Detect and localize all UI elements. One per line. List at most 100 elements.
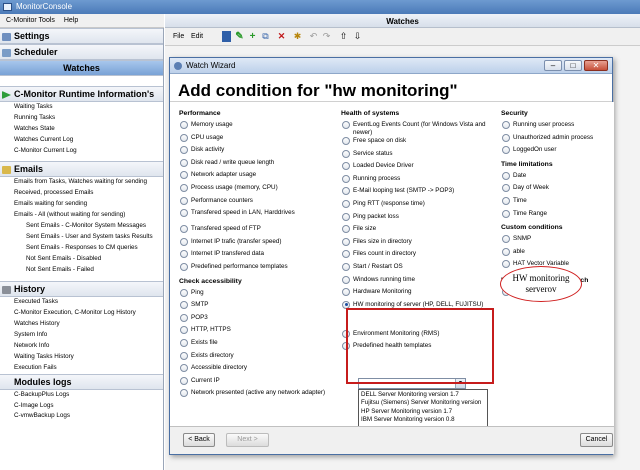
option-ping-rtt-response-time[interactable]: Ping RTT (response time)	[341, 199, 501, 213]
option-free-space-on-disk[interactable]: Free space on disk	[341, 137, 501, 150]
radio-button[interactable]	[342, 174, 350, 183]
radio-button[interactable]	[342, 342, 350, 351]
nav-item-not-sent-emails-disabled[interactable]: Not Sent Emails - Disabled	[0, 254, 163, 265]
move-up-icon[interactable]: ⇧	[339, 31, 348, 42]
nav-item-system-info[interactable]: System Info	[0, 330, 163, 341]
delete-icon[interactable]: ✕	[277, 31, 286, 42]
radio-button[interactable]	[502, 196, 510, 205]
radio-button[interactable]	[342, 137, 350, 145]
nav-item-sent-emails-c-monitor-system-messages[interactable]: Sent Emails - C-Monitor System Messages	[0, 221, 163, 232]
menu-help[interactable]: Help	[64, 17, 78, 24]
settings-icon[interactable]: ✱	[293, 31, 302, 42]
radio-button[interactable]	[342, 121, 350, 129]
radio-button[interactable]	[180, 326, 188, 335]
option-transfered-speed-of-ftp[interactable]: Transfered speed of FTP	[179, 225, 337, 238]
option-loggedon-user[interactable]: LoggedOn user	[501, 146, 611, 159]
maximize-icon[interactable]: □	[564, 60, 582, 71]
radio-button[interactable]	[180, 288, 188, 297]
option-exists-file[interactable]: Exists file	[179, 338, 337, 352]
nav-item-sent-emails-responses-to-cm-queries[interactable]: Sent Emails - Responses to CM queries	[0, 243, 163, 254]
copy-icon[interactable]: ⧉	[261, 31, 270, 42]
radio-button[interactable]	[502, 121, 510, 129]
option-predefined-performance-templates[interactable]: Predefined performance templates	[179, 262, 337, 276]
nav-item-running-tasks[interactable]: Running Tasks	[0, 113, 163, 124]
option-ping-packet-loss[interactable]: Ping packet loss	[341, 212, 501, 226]
radio-button[interactable]	[342, 225, 350, 234]
option-network-adapter-usage[interactable]: Network adapter usage	[179, 171, 337, 184]
edit-menu[interactable]: Edit	[191, 31, 203, 42]
nav-item-not-sent-emails-failed[interactable]: Not Sent Emails - Failed	[0, 265, 163, 276]
option-files-size-in-directory[interactable]: Files size in directory	[341, 237, 501, 251]
server-option[interactable]: Fujitsu (Siemens) Server Monitoring vers…	[361, 399, 485, 407]
save-icon[interactable]	[222, 31, 231, 42]
option-service-status[interactable]: Service status	[341, 149, 501, 163]
nav-item-emails-from-tasks-watches-waiting-for-se[interactable]: Emails from Tasks, Watches waiting for s…	[0, 177, 163, 188]
nav-item-c-image-logs[interactable]: C-Image Logs	[0, 401, 163, 412]
radio-button[interactable]	[342, 237, 350, 246]
edit-icon[interactable]: ✎	[235, 31, 244, 42]
add-icon[interactable]: +	[248, 31, 257, 42]
radio-button[interactable]	[180, 351, 188, 360]
option-day-of-week[interactable]: Day of Week	[501, 184, 611, 197]
radio-button[interactable]	[342, 250, 350, 259]
option-memory-usage[interactable]: Memory usage	[179, 121, 337, 134]
nav-item-execution-fails[interactable]: Execution Fails	[0, 363, 163, 374]
option-transfered-speed-in-lan-harddrives[interactable]: Transfered speed in LAN, Harddrives	[179, 209, 337, 225]
radio-button[interactable]	[180, 171, 188, 180]
radio-button[interactable]	[180, 338, 188, 347]
minimize-icon[interactable]: –	[544, 60, 562, 71]
radio-button[interactable]	[180, 237, 188, 246]
radio-button[interactable]	[180, 225, 188, 234]
close-icon[interactable]: ✕	[584, 60, 608, 71]
nav-item-watches-current-log[interactable]: Watches Current Log	[0, 135, 163, 146]
nav-history[interactable]: History	[0, 281, 163, 298]
option-environment-monitoring-rms[interactable]: Environment Monitoring (RMS)	[341, 329, 501, 343]
radio-button[interactable]	[180, 183, 188, 192]
back-button[interactable]: < Back	[183, 433, 215, 447]
radio-button[interactable]	[342, 262, 350, 271]
nav-item-sent-emails-user-and-system-tasks-result[interactable]: Sent Emails - User and System tasks Resu…	[0, 232, 163, 243]
option-able[interactable]: able	[501, 247, 611, 261]
nav-item-emails-all-without-waiting-for-sending[interactable]: Emails - All (without waiting for sendin…	[0, 210, 163, 221]
radio-button[interactable]	[180, 301, 188, 310]
option-disk-read-write-queue-length[interactable]: Disk read / write queue length	[179, 158, 337, 172]
redo-icon[interactable]: ↷	[322, 31, 331, 42]
option-internet-ip-transfered-data[interactable]: Internet IP transfered data	[179, 250, 337, 263]
option-running-user-process[interactable]: Running user process	[501, 121, 611, 134]
file-menu[interactable]: File	[173, 31, 184, 42]
nav-item-waiting-tasks-history[interactable]: Waiting Tasks History	[0, 352, 163, 363]
option-cpu-usage[interactable]: CPU usage	[179, 133, 337, 147]
radio-button[interactable]	[502, 260, 510, 269]
undo-icon[interactable]: ↶	[309, 31, 318, 42]
option-hardware-monitoring[interactable]: Hardware Monitoring	[341, 288, 501, 301]
radio-button[interactable]	[342, 187, 350, 196]
nav-item-c-monitor-current-log[interactable]: C-Monitor Current Log	[0, 146, 163, 157]
option-internet-ip-trafic-transfer-speed[interactable]: Internet IP trafic (transfer speed)	[179, 237, 337, 251]
radio-button[interactable]	[342, 275, 350, 284]
option-process-usage-memory-cpu[interactable]: Process usage (memory, CPU)	[179, 183, 337, 197]
radio-button[interactable]	[342, 329, 350, 338]
radio-button[interactable]	[502, 146, 510, 155]
nav-item-watches-history[interactable]: Watches History	[0, 319, 163, 330]
option-files-count-in-directory[interactable]: Files count in directory	[341, 250, 501, 263]
option-performance-counters[interactable]: Performance counters	[179, 196, 337, 210]
radio-button[interactable]	[342, 162, 350, 171]
radio-button[interactable]	[180, 313, 188, 322]
server-option[interactable]: DELL Server Monitoring version 1.7	[361, 391, 485, 399]
move-down-icon[interactable]: ⇩	[353, 31, 362, 42]
radio-button[interactable]	[180, 389, 188, 398]
option-predefined-health-templates[interactable]: Predefined health templates	[341, 342, 501, 355]
nav-modules[interactable]: Modules logs	[0, 373, 163, 390]
option-http-https[interactable]: HTTP, HTTPS	[179, 326, 337, 339]
option-start-restart-os[interactable]: Start / Restart OS	[341, 262, 501, 276]
nav-item-c-backupplus-logs[interactable]: C-BackupPlus Logs	[0, 390, 163, 401]
option-eventlog-events-count-for-windows-vista-[interactable]: EventLog Events Count (for Windows Vista…	[341, 121, 501, 137]
radio-button[interactable]	[180, 133, 188, 142]
server-option[interactable]: HP Server Monitoring version 1.7	[361, 408, 485, 416]
option-loaded-device-driver[interactable]: Loaded Device Driver	[341, 162, 501, 175]
radio-button[interactable]	[342, 212, 350, 221]
server-option[interactable]: IBM Server Monitoring version 0.8	[361, 416, 485, 424]
option-network-presented-active-any-network-ada[interactable]: Network presented (active any network ad…	[179, 389, 337, 405]
option-ping[interactable]: Ping	[179, 288, 337, 302]
radio-button[interactable]	[180, 250, 188, 259]
